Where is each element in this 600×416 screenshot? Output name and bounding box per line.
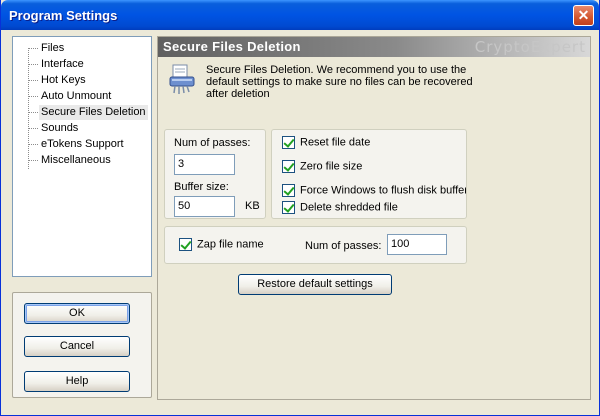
passes-buffer-group: Num of passes: 3 Buffer size: 50 KB [164, 129, 266, 219]
tree-branch [29, 48, 38, 49]
checkbox-checked-icon[interactable] [179, 238, 192, 251]
cancel-button[interactable]: Cancel [24, 336, 130, 357]
num-passes-input[interactable]: 3 [174, 154, 235, 175]
tree-item-interface[interactable]: Interface [39, 57, 86, 72]
brand-label: CryptoExpert [474, 38, 586, 56]
program-settings-window: Program Settings ✕ Files Interface Hot K… [0, 0, 600, 416]
tree-branch [29, 80, 38, 81]
tree-item-etokens-support[interactable]: eTokens Support [39, 137, 126, 152]
tree-branch [29, 144, 38, 145]
flush-disk-buffers-label: Force Windows to flush disk buffers [300, 184, 466, 197]
delete-shredded-file-checkbox[interactable]: Delete shredded file [282, 201, 398, 215]
restore-default-settings-button[interactable]: Restore default settings [238, 274, 392, 295]
reset-file-date-checkbox[interactable]: Reset file date [282, 136, 370, 150]
zap-file-name-checkbox[interactable]: Zap file name [179, 238, 264, 252]
deletion-options-group: Reset file date Zero file size Force Win… [271, 129, 467, 219]
zap-file-name-group: Zap file name Num of passes: 100 [164, 226, 467, 264]
panel-header: Secure Files Deletion CryptoExpert [158, 37, 590, 57]
tree-item-auto-unmount[interactable]: Auto Unmount [39, 89, 113, 104]
window-title: Program Settings [9, 8, 118, 23]
zero-file-size-label: Zero file size [300, 160, 363, 173]
checkbox-checked-icon[interactable] [282, 184, 295, 197]
tree-item-hot-keys[interactable]: Hot Keys [39, 73, 88, 88]
flush-disk-buffers-checkbox[interactable]: Force Windows to flush disk buffers [282, 184, 466, 198]
buffer-size-input[interactable]: 50 [174, 196, 235, 217]
zap-num-passes-input[interactable]: 100 [387, 234, 447, 255]
tree-item-miscellaneous[interactable]: Miscellaneous [39, 153, 113, 168]
action-button-panel: OK Cancel Help [12, 292, 152, 398]
help-button[interactable]: Help [24, 371, 130, 392]
tree-branch [29, 112, 38, 113]
tree-branch [29, 160, 38, 161]
tree-branch [29, 128, 38, 129]
zap-file-name-label: Zap file name [197, 238, 264, 251]
tree-branch [29, 96, 38, 97]
checkbox-checked-icon[interactable] [282, 160, 295, 173]
num-passes-label: Num of passes: [174, 137, 251, 149]
panel-title: Secure Files Deletion [163, 39, 301, 54]
description-text: Secure Files Deletion. We recommend you … [206, 64, 473, 100]
zero-file-size-checkbox[interactable]: Zero file size [282, 160, 362, 174]
reset-file-date-label: Reset file date [300, 136, 371, 149]
zap-num-passes-label: Num of passes: [305, 240, 382, 252]
checkbox-checked-icon[interactable] [282, 136, 295, 149]
shredder-icon [169, 64, 195, 94]
tree-item-files[interactable]: Files [39, 41, 66, 56]
title-bar[interactable]: Program Settings ✕ [1, 0, 599, 30]
buffer-size-label: Buffer size: [174, 181, 229, 193]
buffer-unit-label: KB [245, 200, 260, 212]
close-icon[interactable]: ✕ [573, 5, 594, 26]
tree-branch [29, 64, 38, 65]
delete-shredded-file-label: Delete shredded file [300, 201, 398, 214]
ok-button[interactable]: OK [24, 303, 130, 324]
checkbox-checked-icon[interactable] [282, 201, 295, 214]
dialog-body: Files Interface Hot Keys Auto Unmount Se… [5, 30, 595, 410]
tree-connector-line [28, 48, 29, 169]
tree-item-sounds[interactable]: Sounds [39, 121, 80, 136]
settings-tree[interactable]: Files Interface Hot Keys Auto Unmount Se… [12, 36, 152, 277]
tree-item-secure-files-deletion[interactable]: Secure Files Deletion [39, 105, 148, 120]
settings-panel: Secure Files Deletion CryptoExpert Secur… [157, 36, 591, 400]
